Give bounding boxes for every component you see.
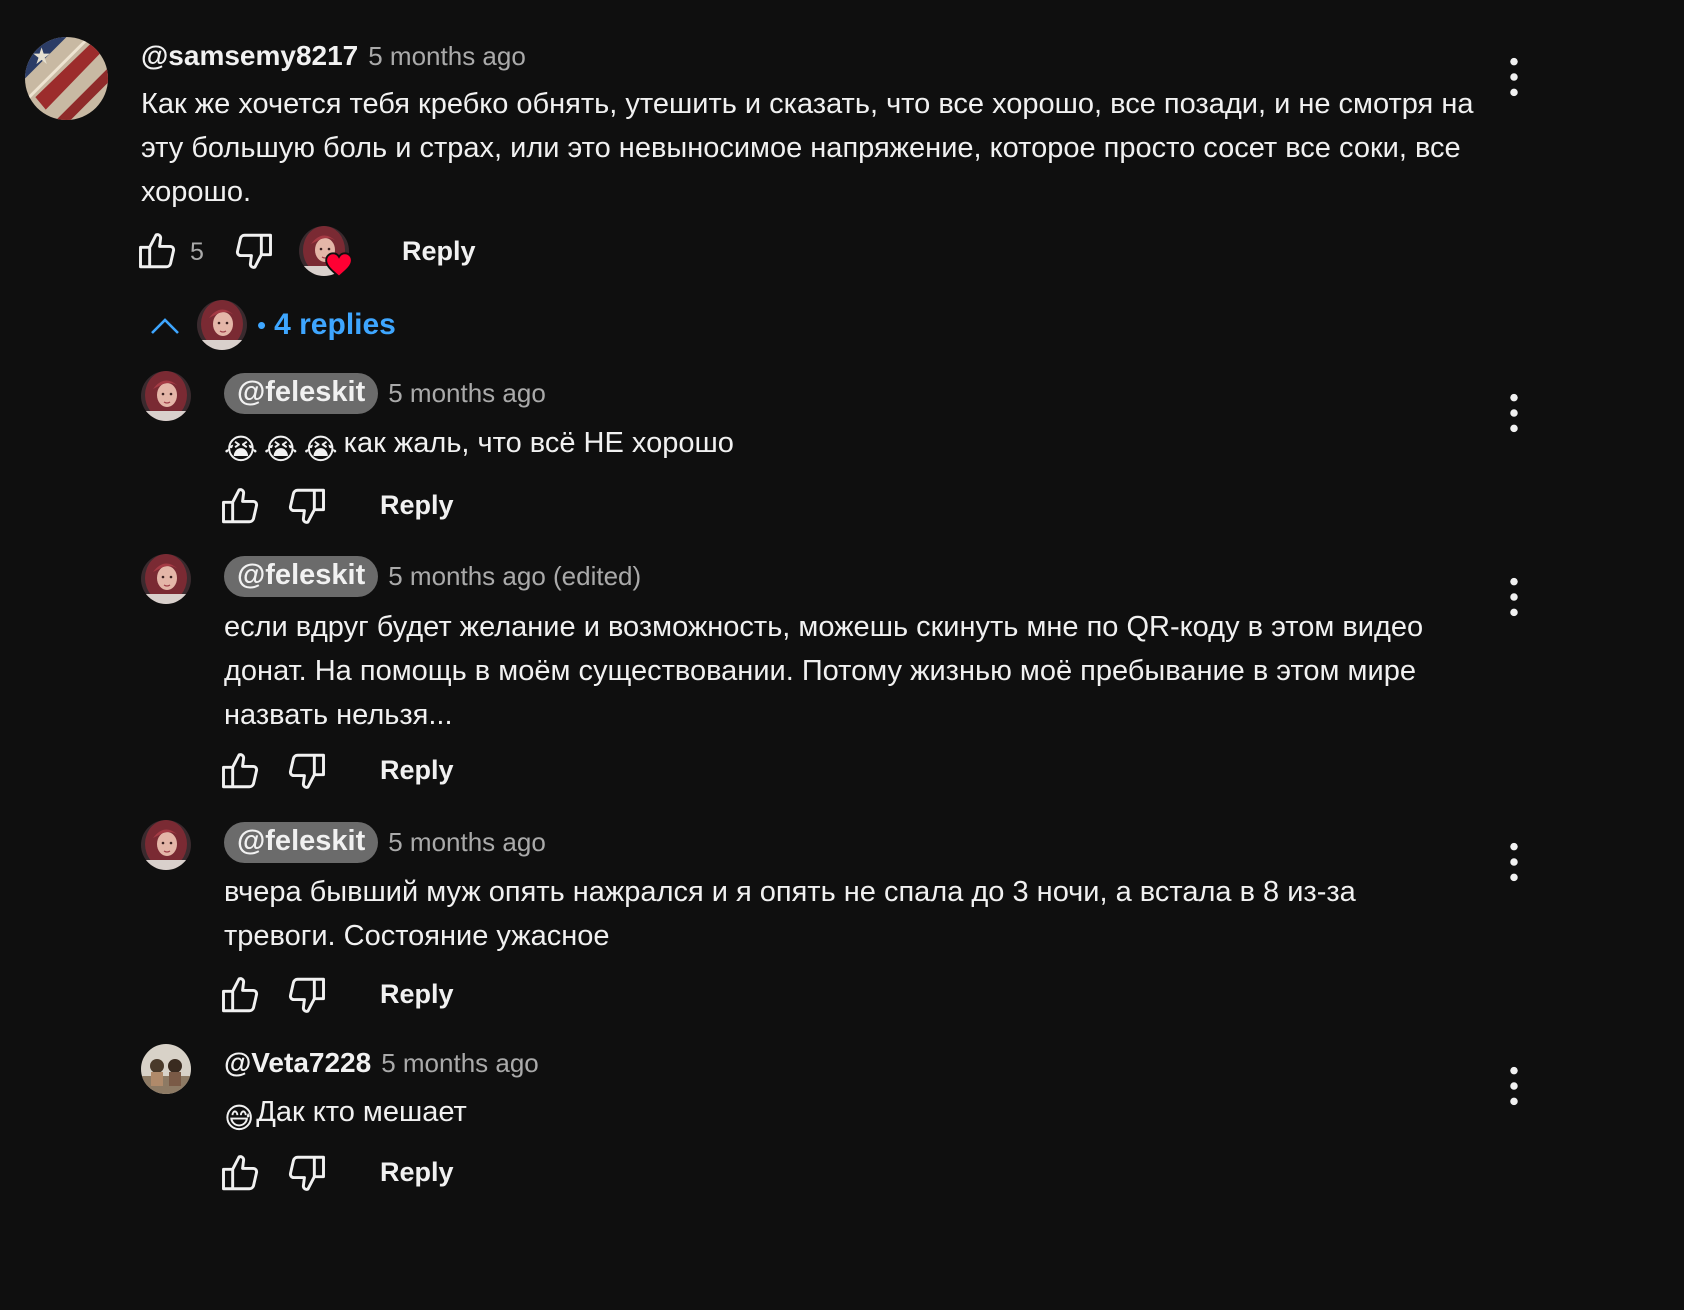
reply-menu-button[interactable] [1504, 1064, 1524, 1108]
reply-menu-button[interactable] [1504, 575, 1524, 619]
dislike-button[interactable] [232, 229, 276, 273]
author-name[interactable]: @feleskit [224, 372, 379, 414]
replies-toggle[interactable]: • 4 replies [148, 300, 396, 350]
like-count: 5 [190, 238, 204, 266]
reply-time[interactable]: 5 months ago [388, 378, 546, 409]
reply-header: @feleskit 5 months ago (edited) [224, 555, 641, 597]
reply-header: @feleskit 5 months ago [224, 821, 546, 863]
reply-time[interactable]: 5 months ago [381, 1048, 539, 1079]
kebab-icon [1504, 1064, 1524, 1108]
avatar-veta7228[interactable] [141, 1044, 191, 1094]
thumbs-up-icon [218, 1151, 262, 1195]
crying-emoji: 😭 [303, 434, 338, 466]
reply-button[interactable]: Reply [380, 755, 454, 786]
comment-header: @samsemy8217 5 months ago [141, 38, 526, 74]
thumbs-up-icon [218, 484, 262, 528]
like-button[interactable] [218, 749, 262, 793]
like-button[interactable] [218, 484, 262, 528]
avatar-feleskit[interactable] [141, 820, 191, 870]
creator-heart-icon [325, 252, 353, 278]
like-button[interactable] [218, 1151, 262, 1195]
separator-dot: • [257, 309, 267, 340]
comment-text: Как же хочется тебя кребко обнять, утеши… [141, 88, 1474, 208]
thumbs-down-icon [285, 1151, 329, 1195]
replies-count-label[interactable]: 4 replies [274, 308, 396, 342]
author-name[interactable]: @samsemy8217 [141, 40, 358, 72]
reply-header: @Veta7228 5 months ago [224, 1045, 539, 1081]
reply-text-content: как жаль, что всё НЕ хорошо [343, 427, 734, 459]
like-button[interactable] [135, 229, 179, 273]
dislike-button[interactable] [285, 484, 329, 528]
reply-menu-button[interactable] [1504, 391, 1524, 435]
avatar-feleskit[interactable] [141, 554, 191, 604]
dislike-button[interactable] [285, 973, 329, 1017]
reply-button[interactable]: Reply [380, 1157, 454, 1188]
reply-text-content: Дак кто мешает [256, 1096, 467, 1128]
chevron-up-icon [151, 318, 179, 334]
author-name[interactable]: @Veta7228 [224, 1047, 371, 1079]
kebab-icon [1504, 840, 1524, 884]
thumbs-down-icon [285, 973, 329, 1017]
reply-time[interactable]: 5 months ago [388, 827, 546, 858]
thumbs-down-icon [285, 484, 329, 528]
sweat-smile-emoji: 😅 [224, 1103, 255, 1135]
reply-time[interactable]: 5 months ago (edited) [388, 561, 641, 592]
avatar-samsemy8217[interactable] [25, 37, 108, 120]
reply-button[interactable]: Reply [380, 490, 454, 521]
comment-time[interactable]: 5 months ago [368, 41, 526, 72]
reply-button[interactable]: Reply [380, 979, 454, 1010]
kebab-icon [1504, 391, 1524, 435]
replier-avatar [197, 300, 247, 350]
kebab-icon [1504, 575, 1524, 619]
reply-header: @feleskit 5 months ago [224, 372, 546, 414]
thumbs-up-icon [135, 229, 179, 273]
thumbs-down-icon [232, 229, 276, 273]
crying-emoji: 😭 [263, 434, 298, 466]
thumbs-up-icon [218, 973, 262, 1017]
reply-text: 😭 😭 😭 как жаль, что всё НЕ хорошо [224, 421, 1484, 472]
like-button[interactable] [218, 973, 262, 1017]
thumbs-up-icon [218, 749, 262, 793]
kebab-icon [1504, 55, 1524, 99]
reply-text: вчера бывший муж опять нажрался и я опят… [224, 876, 1356, 952]
author-name[interactable]: @feleskit [224, 555, 379, 597]
reply-menu-button[interactable] [1504, 840, 1524, 884]
reply-button[interactable]: Reply [402, 236, 476, 267]
dislike-button[interactable] [285, 1151, 329, 1195]
crying-emoji: 😭 [224, 434, 258, 466]
reply-text: 😅Дак кто мешает [224, 1090, 1474, 1141]
comment-menu-button[interactable] [1504, 55, 1524, 99]
avatar-feleskit[interactable] [141, 371, 191, 421]
thumbs-down-icon [285, 749, 329, 793]
reply-text: если вдруг будет желание и возможность, … [224, 611, 1424, 731]
creator-heart-badge[interactable] [299, 226, 353, 278]
author-name[interactable]: @feleskit [224, 821, 379, 863]
dislike-button[interactable] [285, 749, 329, 793]
